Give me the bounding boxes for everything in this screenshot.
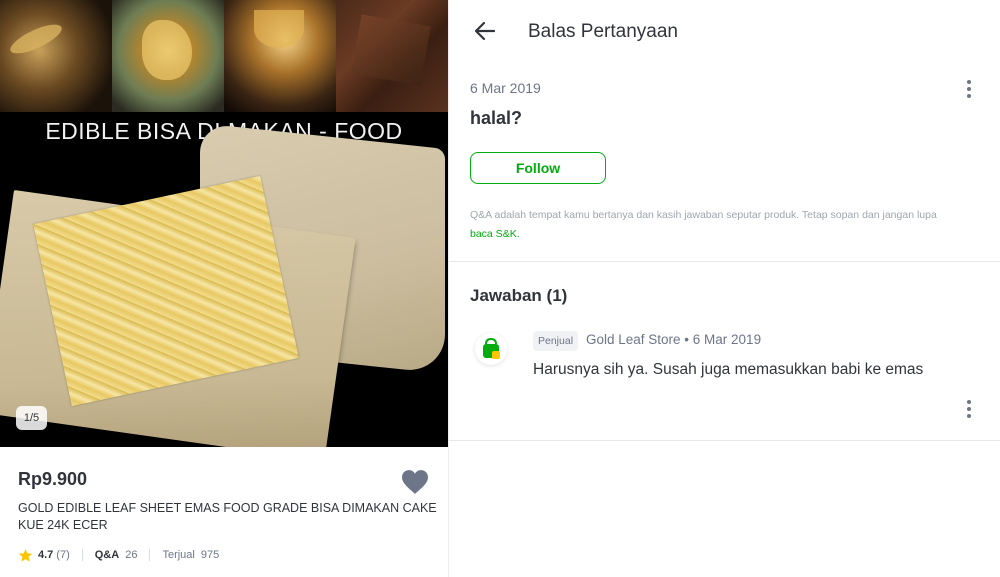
seller-badge: Penjual bbox=[533, 331, 579, 351]
product-image-collage bbox=[0, 0, 448, 112]
collage-photo-gold-cup bbox=[224, 0, 336, 112]
terms-link[interactable]: baca S&K. bbox=[470, 228, 520, 240]
collage-photo-gold-dessert bbox=[112, 0, 224, 112]
qa-label[interactable]: Q&A bbox=[95, 549, 119, 561]
question-panel: Balas Pertanyaan 6 Mar 2019 halal? Follo… bbox=[448, 0, 1000, 577]
sold-label: Terjual bbox=[162, 549, 195, 561]
qa-disclaimer: Q&A adalah tempat kamu bertanya dan kasi… bbox=[470, 206, 975, 244]
top-app-bar: Balas Pertanyaan bbox=[449, 0, 1000, 64]
sold-count: 975 bbox=[200, 549, 220, 561]
product-panel: EDIBLE BISA DI MAKAN - FOOD 1/5 Rp9.900 … bbox=[0, 0, 448, 577]
more-options-icon[interactable] bbox=[961, 398, 977, 420]
seller-avatar[interactable] bbox=[475, 333, 507, 365]
product-info: Rp9.900 GOLD EDIBLE LEAF SHEET EMAS FOOD… bbox=[0, 447, 448, 577]
question-text: halal? bbox=[470, 108, 523, 128]
collage-photo-gold-spoon bbox=[0, 0, 112, 112]
product-stats: 4.7 (7) Q&A 26 Terjual 975 bbox=[18, 547, 219, 563]
rating-value: 4.7 bbox=[38, 549, 54, 561]
answer-author-date[interactable]: Gold Leaf Store • 6 Mar 2019 bbox=[586, 332, 761, 347]
question-date: 6 Mar 2019 bbox=[470, 80, 541, 96]
heart-icon[interactable] bbox=[400, 469, 430, 495]
rating-count: (7) bbox=[56, 549, 70, 561]
section-divider bbox=[449, 261, 1000, 262]
product-image-carousel[interactable]: EDIBLE BISA DI MAKAN - FOOD 1/5 bbox=[0, 0, 448, 447]
collage-photo-chocolate-cubes bbox=[336, 0, 448, 112]
qa-count: 26 bbox=[125, 549, 138, 561]
qa-disclaimer-text: Q&A adalah tempat kamu bertanya dan kasi… bbox=[470, 209, 937, 221]
stats-divider bbox=[81, 549, 83, 561]
image-page-indicator: 1/5 bbox=[16, 406, 47, 430]
section-divider bbox=[449, 440, 1000, 441]
page-title: Balas Pertanyaan bbox=[528, 21, 678, 42]
star-icon bbox=[18, 548, 33, 562]
arrow-left-icon[interactable] bbox=[473, 19, 497, 43]
answer-text: Harusnya sih ya. Susah juga memasukkan b… bbox=[533, 361, 924, 378]
product-title: GOLD EDIBLE LEAF SHEET EMAS FOOD GRADE B… bbox=[18, 501, 437, 532]
shop-bag-icon bbox=[483, 337, 500, 359]
follow-button[interactable]: Follow bbox=[470, 152, 606, 184]
stats-divider bbox=[149, 549, 151, 561]
more-options-icon[interactable] bbox=[961, 78, 977, 100]
product-price: Rp9.900 bbox=[18, 469, 88, 489]
answers-heading: Jawaban (1) bbox=[470, 286, 568, 305]
